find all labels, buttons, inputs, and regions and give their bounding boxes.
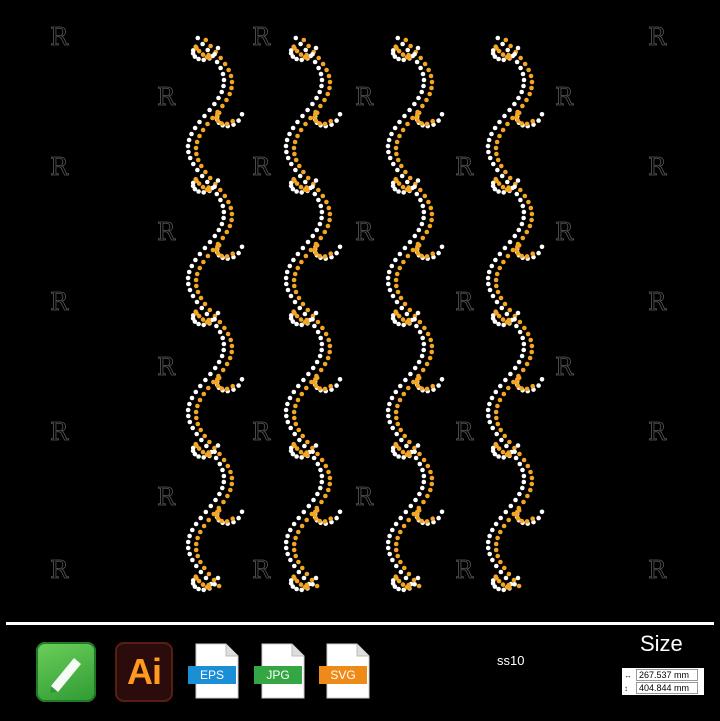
watermark-icon: R: [50, 288, 69, 316]
width-row: ↔ 267.537 mm: [624, 669, 698, 681]
watermark-icon: R: [50, 153, 69, 181]
width-arrow-icon: ↔: [624, 671, 632, 680]
rhinestone-strip: [385, 35, 445, 593]
file-info-bar: Ai EPS JPG SVG ss10 Size ↔ 267.537 mm ↕ 40…: [0, 625, 720, 721]
svg-label: SVG: [319, 666, 367, 684]
watermark-icon: R: [50, 418, 69, 446]
watermark-icon: R: [455, 288, 474, 316]
watermark-icon: R: [455, 153, 474, 181]
watermark-icon: R: [50, 23, 69, 51]
watermark-icon: R: [455, 556, 474, 584]
coreldraw-icon: [36, 642, 96, 702]
eps-label: EPS: [188, 666, 236, 684]
watermark-icon: R: [157, 353, 176, 381]
illustrator-label: Ai: [127, 651, 162, 692]
watermark-icon: R: [555, 353, 574, 381]
height-arrow-icon: ↕: [624, 684, 628, 693]
size-title: Size: [640, 631, 683, 656]
watermark-icon: R: [355, 83, 374, 111]
dimensions-panel: ↔ 267.537 mm ↕ 404.844 mm: [622, 668, 704, 695]
watermark-icon: R: [252, 153, 271, 181]
svg-file-icon: SVG: [319, 642, 371, 700]
watermark-icon: R: [157, 483, 176, 511]
watermark-icon: R: [455, 418, 474, 446]
jpg-file-icon: JPG: [254, 642, 306, 700]
rhinestone-strip: [185, 35, 245, 593]
watermark-icon: R: [252, 418, 271, 446]
watermark-icon: R: [252, 23, 271, 51]
rhinestone-strip: [283, 35, 343, 593]
height-value: 404.844 mm: [636, 682, 698, 694]
height-row: ↕ 404.844 mm: [624, 682, 698, 694]
watermark-icon: R: [648, 418, 667, 446]
watermark-icon: R: [555, 218, 574, 246]
watermark-icon: R: [648, 153, 667, 181]
watermark-icon: R: [157, 83, 176, 111]
watermark-icon: R: [355, 218, 374, 246]
watermark-layer: R R R R R R R R R R R R R R R R R R R R R R R R R R R R: [50, 23, 668, 585]
watermark-icon: R: [252, 556, 271, 584]
rhinestone-strip: [485, 35, 545, 593]
jpg-label: JPG: [254, 666, 302, 684]
watermark-icon: R: [157, 218, 176, 246]
watermark-icon: R: [648, 556, 667, 584]
width-value: 267.537 mm: [636, 669, 698, 681]
watermark-icon: R: [355, 483, 374, 511]
stone-size-code: ss10: [497, 653, 525, 668]
watermark-icon: R: [50, 556, 69, 584]
rhinestone-design-canvas: R R R R R R R R R R R R R R R R R R R R R R R R R R R R: [50, 23, 668, 593]
eps-file-icon: EPS: [188, 642, 240, 700]
watermark-icon: R: [555, 83, 574, 111]
illustrator-icon: Ai: [115, 642, 173, 702]
watermark-icon: R: [648, 23, 667, 51]
watermark-icon: R: [648, 288, 667, 316]
